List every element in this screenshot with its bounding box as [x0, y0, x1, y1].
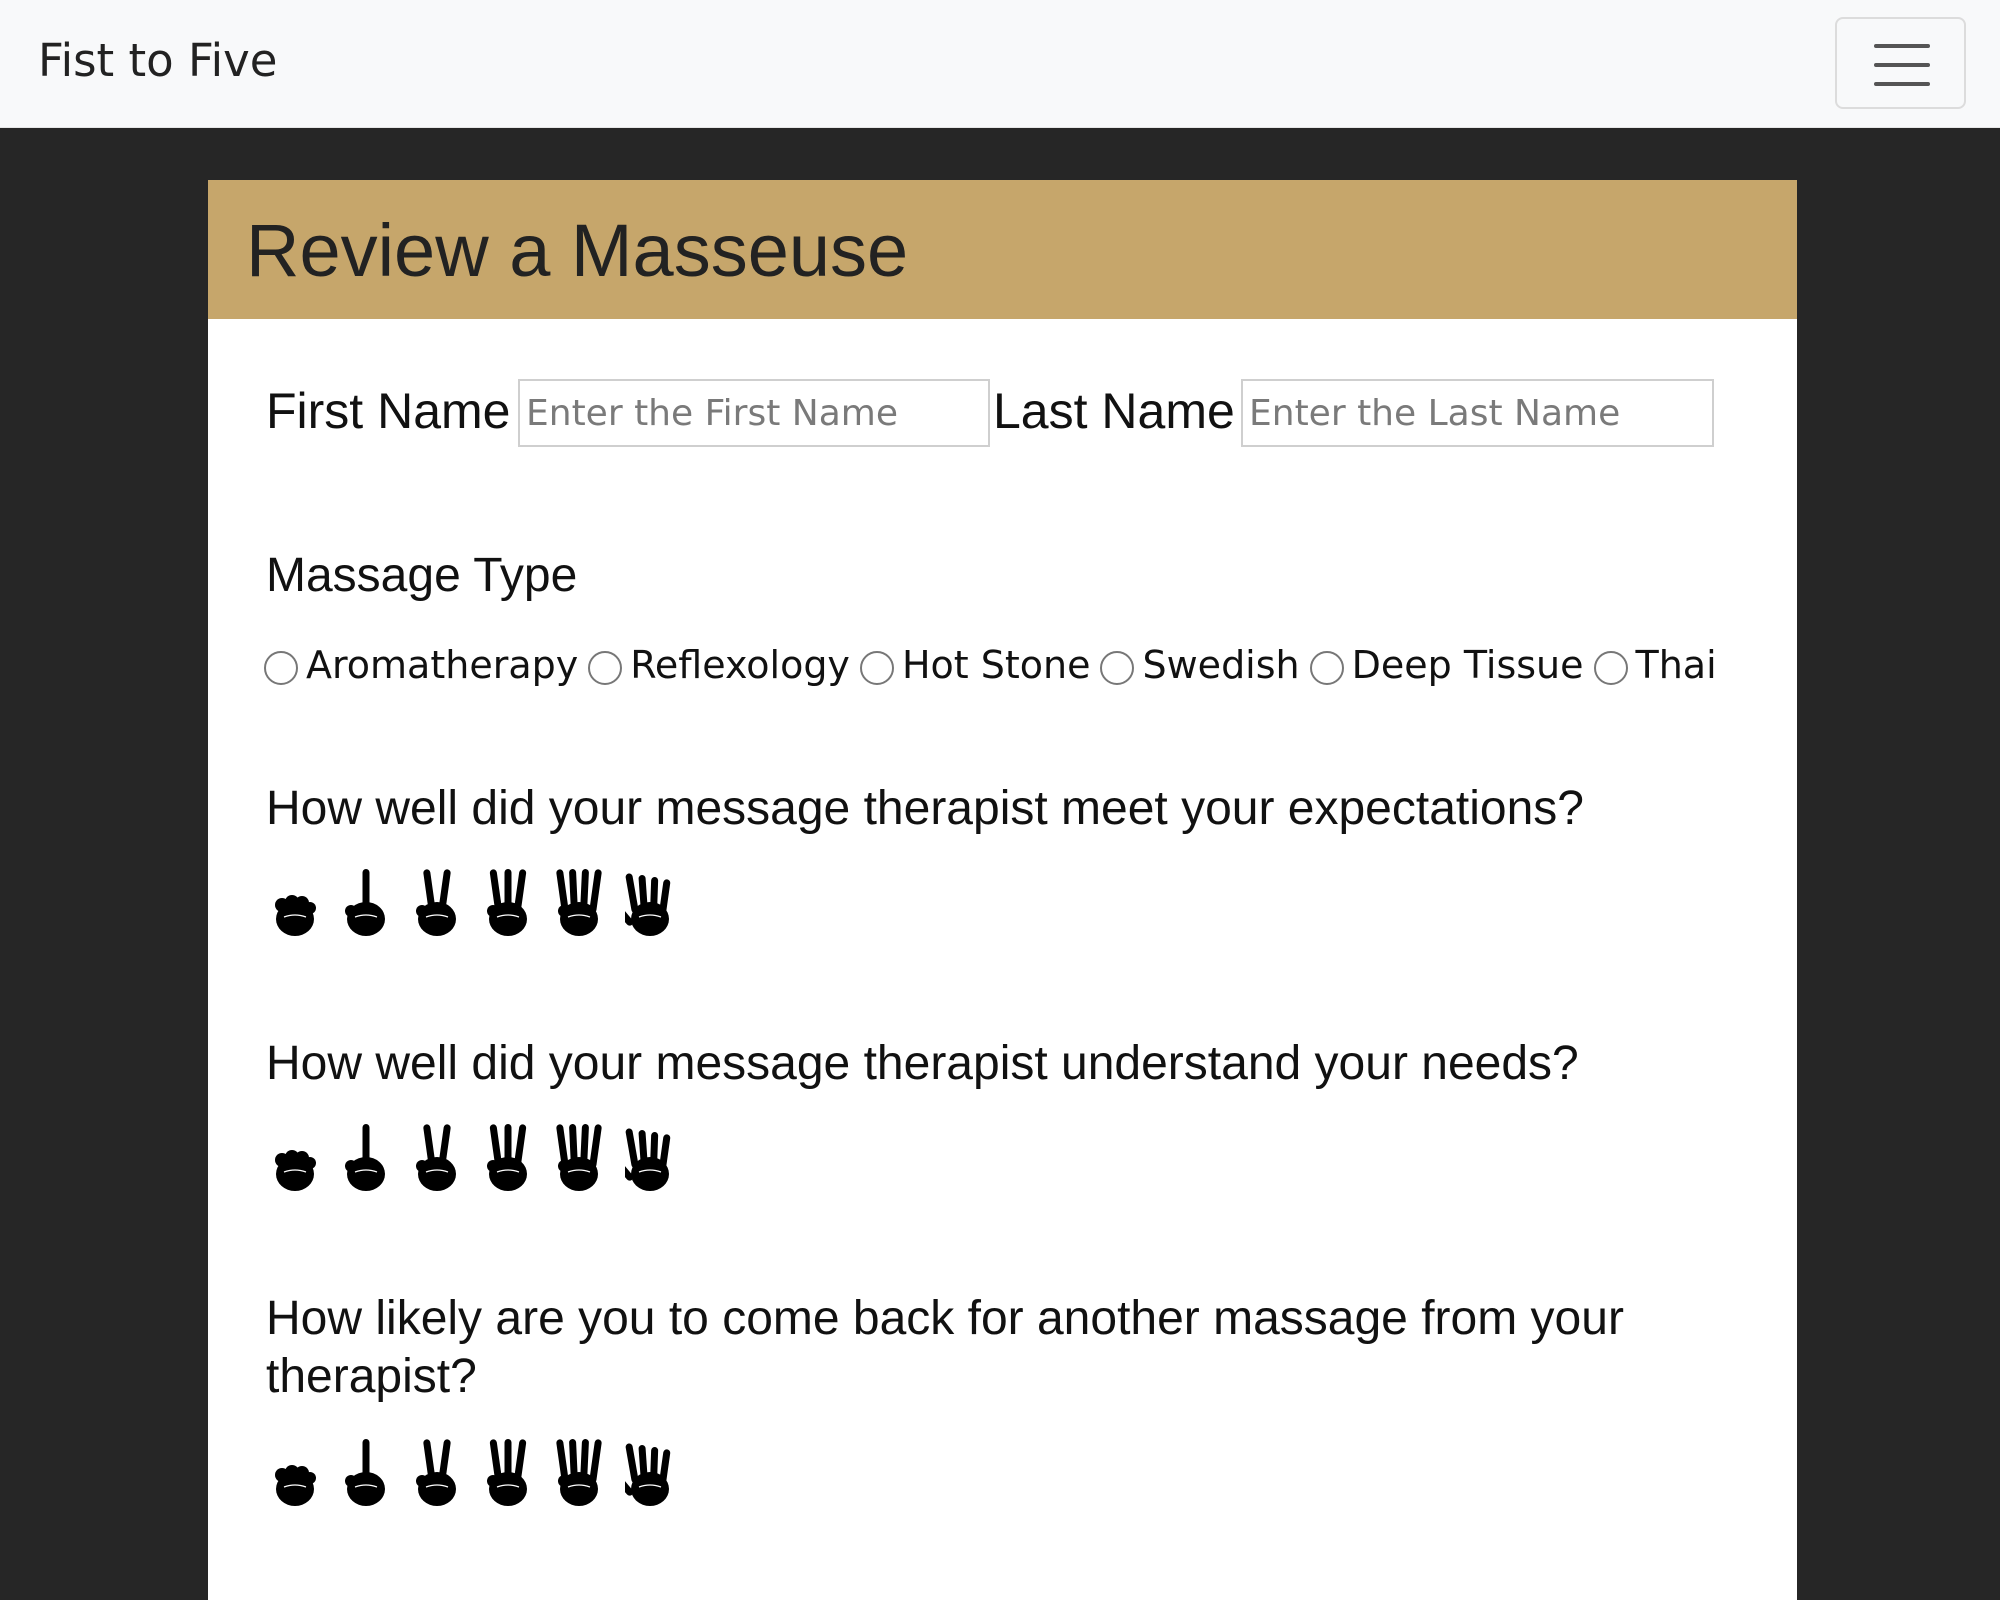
- radio-label: Aromatherapy: [306, 643, 579, 687]
- five-fingers-icon[interactable]: [625, 1120, 675, 1192]
- five-fingers-icon[interactable]: [625, 865, 675, 937]
- radio-button[interactable]: [859, 651, 894, 685]
- radio-reflexology[interactable]: Reflexology: [588, 643, 850, 687]
- radio-deep-tissue[interactable]: Deep Tissue: [1309, 643, 1584, 687]
- first-name-field[interactable]: [518, 379, 990, 447]
- radio-button[interactable]: [1593, 651, 1628, 685]
- page-title: Review a Masseuse: [246, 209, 909, 292]
- massage-type-options: Aromatherapy Reflexology Hot Stone Swedi…: [264, 643, 1727, 687]
- radio-label: Swedish: [1142, 643, 1300, 687]
- last-name-label: Last Name: [993, 383, 1235, 439]
- three-fingers-icon[interactable]: [483, 1435, 533, 1507]
- fist-icon[interactable]: [270, 1435, 320, 1507]
- radio-swedish[interactable]: Swedish: [1100, 643, 1300, 687]
- two-fingers-icon[interactable]: [412, 1120, 462, 1192]
- menu-bar: [1874, 82, 1930, 86]
- two-fingers-icon[interactable]: [412, 865, 462, 937]
- rating-row-come-back: [270, 1435, 696, 1507]
- massage-type-label: Massage Type: [266, 549, 578, 602]
- menu-bar: [1874, 63, 1930, 67]
- fist-icon[interactable]: [270, 1120, 320, 1192]
- four-fingers-icon[interactable]: [554, 865, 604, 937]
- three-fingers-icon[interactable]: [483, 1120, 533, 1192]
- question-needs: How well did your message therapist unde…: [266, 1037, 1579, 1090]
- fist-icon[interactable]: [270, 865, 320, 937]
- card-header: Review a Masseuse: [208, 180, 1797, 319]
- four-fingers-icon[interactable]: [554, 1435, 604, 1507]
- radio-label: Reflexology: [630, 643, 850, 687]
- three-fingers-icon[interactable]: [483, 865, 533, 937]
- two-fingers-icon[interactable]: [412, 1435, 462, 1507]
- radio-thai[interactable]: Thai: [1593, 643, 1717, 687]
- rating-row-needs: [270, 1120, 696, 1192]
- radio-label: Hot Stone: [901, 643, 1091, 687]
- last-name-field[interactable]: [1241, 379, 1714, 447]
- radio-button[interactable]: [588, 651, 623, 685]
- radio-label: Thai: [1635, 643, 1717, 687]
- one-finger-icon[interactable]: [341, 865, 391, 937]
- radio-button[interactable]: [264, 651, 298, 685]
- radio-button[interactable]: [1100, 651, 1135, 685]
- one-finger-icon[interactable]: [341, 1435, 391, 1507]
- radio-label: Deep Tissue: [1351, 643, 1584, 687]
- radio-aromatherapy[interactable]: Aromatherapy: [264, 643, 578, 687]
- hamburger-menu-icon[interactable]: [1835, 17, 1966, 109]
- first-name-label: First Name: [266, 383, 511, 439]
- one-finger-icon[interactable]: [341, 1120, 391, 1192]
- five-fingers-icon[interactable]: [625, 1435, 675, 1507]
- four-fingers-icon[interactable]: [554, 1120, 604, 1192]
- menu-bar: [1874, 44, 1930, 48]
- question-come-back: How likely are you to come back for anot…: [266, 1292, 1624, 1403]
- navbar: Fist to Five: [0, 0, 2000, 128]
- brand-link[interactable]: Fist to Five: [38, 34, 277, 87]
- radio-button[interactable]: [1309, 651, 1344, 685]
- question-expectations: How well did your message therapist meet…: [266, 782, 1584, 835]
- review-card: Review a Masseuse First Name Last Name M…: [208, 180, 1797, 1600]
- radio-hot-stone[interactable]: Hot Stone: [859, 643, 1091, 687]
- rating-row-expectations: [270, 865, 696, 937]
